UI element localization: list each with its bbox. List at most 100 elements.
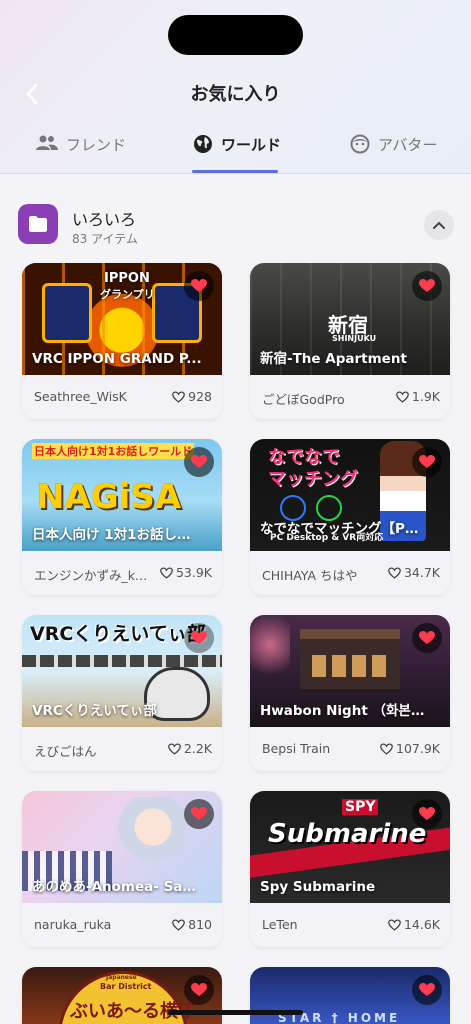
- heart-icon: [419, 807, 435, 820]
- tab-friends[interactable]: フレンド: [36, 130, 126, 174]
- card-footer: LeTen 14.6K: [250, 903, 450, 947]
- world-card[interactable]: 日本人向け1対1お話しワールド NAGiSA 日本人向け 1対1お話し… エンジ…: [22, 439, 222, 595]
- like-count: 928: [172, 389, 212, 404]
- like-count-value: 2.2K: [183, 741, 212, 756]
- world-author: Bepsi Train: [262, 741, 331, 756]
- world-title: Hwabon Night （화본…: [260, 703, 425, 719]
- heart-icon: [419, 631, 435, 644]
- world-title: なでなでマッチング【P…: [260, 521, 419, 537]
- thumb-caption: IPPON: [104, 271, 150, 286]
- like-count: 14.6K: [388, 917, 440, 932]
- app-header: お気に入り フレンド ワールド アバター: [0, 0, 471, 174]
- heart-icon: [191, 279, 207, 292]
- world-thumbnail: IPPON グランプリ VRC IPPON GRAND P...: [22, 263, 222, 375]
- world-title: Spy Submarine: [260, 879, 376, 895]
- active-tab-indicator: [192, 170, 278, 173]
- world-title: VRCくりえいてぃ部: [32, 703, 157, 719]
- favorite-button[interactable]: [184, 975, 214, 1005]
- world-thumbnail: あのめあ-Anomea- Sa…: [22, 791, 222, 903]
- thumb-caption: Submarine: [268, 819, 427, 849]
- world-card[interactable]: IPPON グランプリ VRC IPPON GRAND P... Seathre…: [22, 263, 222, 419]
- heart-icon: [191, 631, 207, 644]
- world-thumbnail: SPY Submarine Spy Submarine: [250, 791, 450, 903]
- favorite-button[interactable]: [184, 623, 214, 653]
- favorite-button[interactable]: [412, 799, 442, 829]
- world-card[interactable]: VRCくりえいてぃ部 VRCくりえいてぃ部 えびごはん 2.2K: [22, 615, 222, 771]
- thumb-caption: 日本人向け1対1お話しワールド: [32, 443, 195, 459]
- world-title: 日本人向け 1対1お話し…: [32, 527, 191, 543]
- like-count-value: 53.9K: [175, 565, 212, 580]
- page-title: お気に入り: [190, 84, 281, 105]
- world-author: Seathree_WisK: [34, 389, 127, 404]
- world-card[interactable]: あのめあ-Anomea- Sa… naruka_ruka 810: [22, 791, 222, 947]
- like-count: 1.9K: [396, 389, 440, 404]
- folder-icon: [18, 204, 58, 244]
- favorite-button[interactable]: [412, 975, 442, 1005]
- world-thumbnail: Japanese Bar District ぶいあ〜る横丁: [22, 967, 222, 1024]
- card-footer: Bepsi Train 107.9K: [250, 727, 450, 771]
- like-count: 107.9K: [380, 741, 440, 756]
- heart-outline-icon: [168, 742, 181, 755]
- collapse-button[interactable]: [424, 210, 454, 240]
- heart-outline-icon: [380, 742, 393, 755]
- home-indicator[interactable]: [168, 1010, 303, 1015]
- world-card[interactable]: STAR † HOME: [250, 967, 450, 1024]
- tab-friends-label: フレンド: [66, 136, 127, 154]
- world-thumbnail: 新宿 SHINJUKU 新宿-The Apartment: [250, 263, 450, 375]
- thumb-caption: SPY: [342, 799, 379, 815]
- heart-outline-icon: [388, 566, 401, 579]
- world-author: LeTen: [262, 917, 298, 932]
- world-card[interactable]: 新宿 SHINJUKU 新宿-The Apartment ごどぼGodPro 1…: [250, 263, 450, 419]
- thumb-caption: VRCくりえいてぃ部: [30, 623, 206, 645]
- world-card[interactable]: SPY Submarine Spy Submarine LeTen 14.6K: [250, 791, 450, 947]
- thumb-caption: NAGiSA: [36, 477, 182, 517]
- world-thumbnail: なでなで マッチング PC Desktop & VR両対応 なでなでマッチング【…: [250, 439, 450, 551]
- globe-icon: [194, 135, 212, 153]
- heart-outline-icon: [388, 918, 401, 931]
- world-author: naruka_ruka: [34, 917, 112, 932]
- favorite-button[interactable]: [412, 447, 442, 477]
- favorite-button[interactable]: [412, 623, 442, 653]
- heart-icon: [191, 983, 207, 996]
- tab-worlds[interactable]: ワールド: [193, 130, 281, 174]
- world-card[interactable]: Japanese Bar District ぶいあ〜る横丁: [22, 967, 222, 1024]
- like-count-value: 810: [188, 917, 212, 932]
- heart-icon: [191, 455, 207, 468]
- favorite-group-header: いろいろ 83 アイテム: [18, 204, 454, 246]
- dynamic-island: [168, 15, 303, 55]
- like-count-value: 928: [188, 389, 212, 404]
- world-title: 新宿-The Apartment: [260, 351, 407, 367]
- card-footer: ごどぼGodPro 1.9K: [250, 375, 450, 419]
- thumb-caption: Bar District: [100, 982, 152, 991]
- like-count-value: 107.9K: [396, 741, 440, 756]
- heart-icon: [419, 279, 435, 292]
- world-card[interactable]: なでなで マッチング PC Desktop & VR両対応 なでなでマッチング【…: [250, 439, 450, 595]
- favorite-button[interactable]: [184, 799, 214, 829]
- thumb-caption: マッチング: [268, 469, 358, 490]
- favorite-button[interactable]: [412, 271, 442, 301]
- like-count-value: 34.7K: [403, 565, 440, 580]
- card-footer: CHIHAYA ちはや 34.7K: [250, 551, 450, 595]
- world-title: VRC IPPON GRAND P...: [32, 351, 202, 367]
- people-icon: [36, 135, 58, 150]
- like-count-value: 1.9K: [411, 389, 440, 404]
- like-count: 53.9K: [160, 565, 212, 580]
- tab-avatars[interactable]: アバター: [350, 130, 437, 174]
- group-item-count: 83 アイテム: [72, 232, 138, 246]
- world-author: CHIHAYA ちはや: [262, 568, 358, 583]
- favorite-button[interactable]: [184, 447, 214, 477]
- favorite-button[interactable]: [184, 271, 214, 301]
- tab-avatars-label: アバター: [378, 136, 438, 154]
- heart-outline-icon: [160, 566, 173, 579]
- world-author: ごどぼGodPro: [262, 392, 345, 407]
- world-thumbnail: STAR † HOME: [250, 967, 450, 1024]
- card-footer: えびごはん 2.2K: [22, 727, 222, 771]
- like-count: 810: [172, 917, 212, 932]
- like-count-value: 14.6K: [403, 917, 440, 932]
- world-card[interactable]: Hwabon Night （화본… Bepsi Train 107.9K: [250, 615, 450, 771]
- thumb-caption: グランプリ: [100, 288, 155, 301]
- world-title: あのめあ-Anomea- Sa…: [32, 879, 196, 895]
- tab-bar: フレンド ワールド アバター: [0, 130, 471, 174]
- face-icon: [350, 134, 370, 154]
- heart-icon: [419, 455, 435, 468]
